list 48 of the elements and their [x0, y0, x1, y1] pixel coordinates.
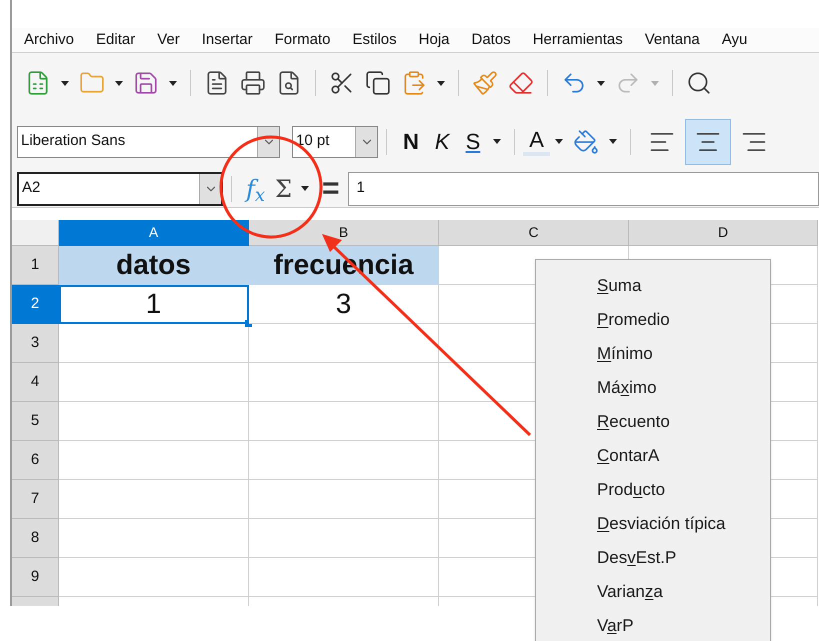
- table-cell[interactable]: 3: [249, 285, 439, 324]
- menu-item[interactable]: Ayu: [722, 28, 748, 52]
- menu-item[interactable]: Hoja: [418, 28, 450, 52]
- column-header[interactable]: A: [59, 220, 249, 246]
- bold-button[interactable]: N: [395, 125, 427, 158]
- formula-input[interactable]: 1: [348, 172, 819, 206]
- font-color-button[interactable]: A: [523, 128, 550, 156]
- sum-button[interactable]: Σ: [271, 170, 296, 206]
- menu-item[interactable]: Herramientas: [532, 28, 623, 52]
- menu-item[interactable]: Producto: [597, 477, 666, 503]
- row-header[interactable]: 7: [12, 480, 59, 519]
- menu-item[interactable]: Ventana: [644, 28, 700, 52]
- menu-item[interactable]: Promedio: [597, 307, 670, 333]
- column-header[interactable]: C: [439, 220, 629, 246]
- table-cell[interactable]: 1: [59, 285, 249, 324]
- menu-item[interactable]: Estilos: [352, 28, 397, 52]
- row-header[interactable]: 4: [12, 363, 59, 402]
- menu-item[interactable]: Recuento: [597, 409, 670, 435]
- row-header[interactable]: 5: [12, 402, 59, 441]
- row-header[interactable]: 9: [12, 558, 59, 597]
- menu-item[interactable]: Ver: [157, 28, 180, 52]
- font-size-field[interactable]: 10 pt: [292, 126, 378, 158]
- row-header[interactable]: 3: [12, 324, 59, 363]
- menu-item[interactable]: Formato: [274, 28, 330, 52]
- equals-button[interactable]: =: [314, 174, 348, 204]
- menu-item[interactable]: Varianza: [597, 579, 663, 605]
- row-header[interactable]: 1: [12, 246, 59, 285]
- menu-item[interactable]: Máximo: [597, 375, 657, 401]
- menu-item[interactable]: VarP: [597, 613, 634, 639]
- column-header[interactable]: D: [629, 220, 818, 246]
- menu-item[interactable]: Insertar: [202, 28, 253, 52]
- underline-button[interactable]: S: [458, 125, 488, 158]
- row-header[interactable]: 6: [12, 441, 59, 480]
- menu-item[interactable]: Desviación típica: [597, 511, 726, 537]
- row-header[interactable]: 2: [12, 285, 59, 324]
- font-name-field[interactable]: Liberation Sans: [17, 126, 280, 158]
- menu-item[interactable]: Archivo: [24, 28, 74, 52]
- table-cell[interactable]: datos: [59, 246, 249, 285]
- menu-item[interactable]: DesvEst.P: [597, 545, 676, 571]
- menu-item[interactable]: Suma: [597, 273, 642, 299]
- column-header[interactable]: B: [249, 220, 439, 246]
- row-header[interactable]: 8: [12, 519, 59, 558]
- name-box[interactable]: A2: [17, 172, 223, 206]
- menu-item[interactable]: ContarA: [597, 443, 660, 469]
- menu-item[interactable]: Datos: [472, 28, 511, 52]
- italic-button[interactable]: K: [426, 125, 458, 158]
- menu-item[interactable]: Editar: [96, 28, 136, 52]
- menu-item[interactable]: Mínimo: [597, 341, 653, 367]
